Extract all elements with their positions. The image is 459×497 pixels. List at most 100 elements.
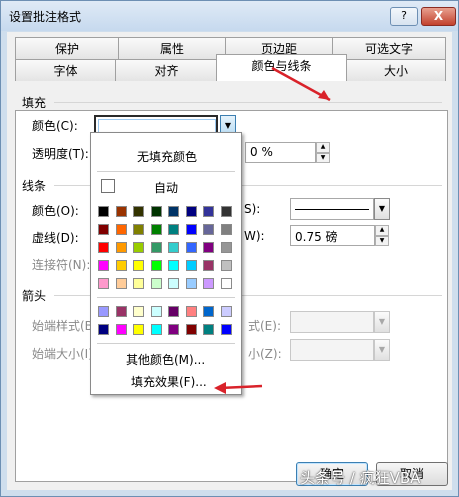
color-swatch[interactable]	[185, 224, 197, 235]
tab-alignment[interactable]: 对齐	[115, 59, 218, 81]
color-swatch[interactable]	[150, 324, 162, 335]
color-swatch[interactable]	[185, 206, 197, 217]
transparency-spin-down[interactable]: ▼	[316, 153, 330, 163]
automatic-swatch[interactable]	[101, 179, 115, 193]
color-swatch[interactable]	[133, 224, 144, 235]
line-weight-label: W):	[244, 229, 265, 243]
color-swatch[interactable]	[203, 278, 214, 289]
more-colors-option[interactable]: 其他颜色(M)...	[126, 351, 205, 368]
annotation-arrow-line	[219, 384, 263, 390]
transparency-input[interactable]: 0 %	[245, 142, 316, 163]
color-swatch[interactable]	[133, 306, 144, 317]
color-swatch[interactable]	[203, 206, 214, 217]
color-swatch[interactable]	[150, 206, 162, 217]
tab-size[interactable]: 大小	[346, 59, 446, 81]
color-swatch[interactable]	[168, 324, 179, 335]
color-swatch[interactable]	[203, 306, 214, 317]
begin-size-label: 始端大小(I):	[32, 347, 97, 361]
color-swatch[interactable]	[98, 324, 109, 335]
color-swatch[interactable]	[220, 260, 232, 271]
color-swatch[interactable]	[185, 242, 197, 253]
color-swatch[interactable]	[98, 206, 109, 217]
color-swatch[interactable]	[115, 206, 127, 217]
color-swatch[interactable]	[220, 242, 232, 253]
color-swatch[interactable]	[98, 278, 109, 289]
color-swatch[interactable]	[168, 242, 179, 253]
color-swatch[interactable]	[115, 306, 127, 317]
automatic-option[interactable]: 自动	[154, 179, 178, 196]
weight-spin-up[interactable]: ▲	[375, 225, 389, 236]
tab-font[interactable]: 字体	[15, 59, 116, 81]
color-swatch[interactable]	[150, 278, 162, 289]
fill-effects-option[interactable]: 填充效果(F)...	[131, 373, 207, 390]
color-swatch[interactable]	[98, 224, 109, 235]
no-fill-option[interactable]: 无填充颜色	[137, 148, 197, 165]
color-swatch[interactable]	[98, 260, 109, 271]
color-swatch[interactable]	[133, 242, 144, 253]
weight-spin-down[interactable]: ▼	[375, 236, 389, 246]
color-swatch[interactable]	[220, 224, 232, 235]
tab-protection[interactable]: 保护	[15, 37, 119, 59]
color-swatch[interactable]	[203, 324, 214, 335]
end-style-dropdown-button[interactable]: ▼	[374, 311, 390, 333]
fill-section-title: 填充	[22, 96, 47, 110]
end-style-label: 式(E):	[248, 319, 281, 333]
end-size-dropdown[interactable]	[290, 339, 374, 361]
tab-properties[interactable]: 属性	[118, 37, 226, 59]
color-swatch[interactable]	[150, 260, 162, 271]
color-swatch[interactable]	[98, 242, 109, 253]
color-swatch[interactable]	[203, 242, 214, 253]
line-color-label: 颜色(O):	[32, 204, 79, 218]
help-button[interactable]: ?	[390, 7, 418, 26]
color-swatch[interactable]	[168, 206, 179, 217]
line-weight-input[interactable]: 0.75 磅	[290, 225, 375, 246]
color-swatch[interactable]	[150, 224, 162, 235]
end-style-dropdown[interactable]	[290, 311, 374, 333]
title-bar: 设置批注格式 ? X	[1, 1, 458, 31]
color-swatch[interactable]	[98, 306, 109, 317]
begin-style-label: 始端样式(B)	[32, 319, 98, 333]
color-swatch[interactable]	[115, 324, 127, 335]
color-swatch[interactable]	[203, 224, 214, 235]
color-swatch[interactable]	[115, 242, 127, 253]
color-swatch[interactable]	[185, 324, 197, 335]
transparency-spin-up[interactable]: ▲	[316, 142, 330, 153]
color-swatch[interactable]	[133, 324, 144, 335]
color-swatch[interactable]	[115, 260, 127, 271]
fill-color-label: 颜色(C):	[32, 119, 78, 133]
color-swatch[interactable]	[203, 260, 214, 271]
color-swatch[interactable]	[220, 206, 232, 217]
line-style-preview	[295, 209, 369, 210]
color-swatch[interactable]	[133, 206, 144, 217]
color-swatch[interactable]	[185, 306, 197, 317]
color-swatch[interactable]	[220, 324, 232, 335]
annotation-arrow-tab	[271, 66, 331, 102]
color-swatch[interactable]	[150, 242, 162, 253]
tab-alt-text[interactable]: 可选文字	[332, 37, 446, 59]
color-swatch[interactable]	[185, 278, 197, 289]
color-swatch[interactable]	[168, 278, 179, 289]
color-swatch[interactable]	[133, 278, 144, 289]
color-swatch[interactable]	[220, 278, 232, 289]
color-swatch[interactable]	[168, 260, 179, 271]
color-swatch[interactable]	[133, 260, 144, 271]
close-button[interactable]: X	[421, 7, 456, 26]
line-style-label: S):	[244, 202, 261, 216]
color-swatch[interactable]	[168, 224, 179, 235]
annotation-arrow-head	[214, 382, 226, 394]
color-swatch[interactable]	[115, 224, 127, 235]
color-swatch[interactable]	[115, 278, 127, 289]
color-swatch[interactable]	[168, 306, 179, 317]
line-style-dropdown[interactable]	[290, 198, 374, 220]
transparency-label: 透明度(T):	[32, 147, 89, 161]
popup-divider	[97, 171, 235, 172]
end-size-dropdown-button[interactable]: ▼	[374, 339, 390, 361]
annotation-arrow-fill-effects	[214, 382, 263, 394]
popup-divider	[97, 297, 235, 298]
popup-divider	[97, 343, 235, 344]
end-size-label: 小(Z):	[248, 347, 282, 361]
color-swatch[interactable]	[220, 306, 232, 317]
color-swatch[interactable]	[185, 260, 197, 271]
color-swatch[interactable]	[150, 306, 162, 317]
line-style-dropdown-button[interactable]: ▼	[374, 198, 390, 220]
